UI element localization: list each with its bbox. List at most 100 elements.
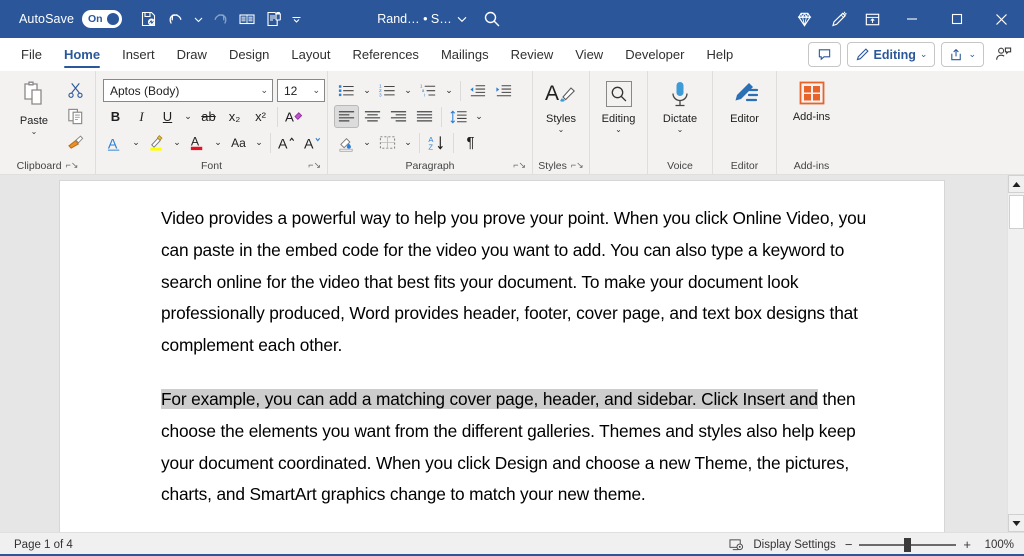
shading-chevron-down-icon[interactable]: ⌄ xyxy=(360,131,374,154)
autosave-toggle[interactable]: On xyxy=(82,10,122,28)
copilot-doc-icon[interactable] xyxy=(261,6,287,32)
editor-button[interactable]: Editor xyxy=(718,76,771,125)
italic-button[interactable]: I xyxy=(129,105,154,128)
highlight-chevron-down-icon[interactable]: ⌄ xyxy=(170,131,184,154)
tab-design[interactable]: Design xyxy=(218,38,280,71)
justify-button[interactable] xyxy=(412,105,437,128)
borders-chevron-down-icon[interactable]: ⌄ xyxy=(401,131,415,154)
underline-chevron-down-icon[interactable]: ⌄ xyxy=(181,105,195,128)
multilevel-chevron-down-icon[interactable]: ⌄ xyxy=(442,79,456,102)
strikethrough-button[interactable]: ab xyxy=(196,105,221,128)
scrollbar-thumb[interactable] xyxy=(1009,195,1024,229)
align-right-button[interactable] xyxy=(386,105,411,128)
document-title[interactable]: Rand… • S… xyxy=(377,12,452,26)
editing-mode-button[interactable]: Editing ⌄ xyxy=(847,42,936,67)
copy-button[interactable] xyxy=(62,104,88,128)
display-settings-label[interactable]: Display Settings xyxy=(753,539,835,551)
copilot-icon[interactable] xyxy=(787,0,821,38)
tab-layout[interactable]: Layout xyxy=(280,38,341,71)
decrease-indent-button[interactable] xyxy=(465,79,490,102)
document-page[interactable]: Video provides a powerful way to help yo… xyxy=(60,181,944,532)
zoom-level[interactable]: 100% xyxy=(980,539,1014,551)
share-with-people-icon[interactable] xyxy=(990,42,1016,67)
font-size-combo[interactable]: 12 ⌄ xyxy=(277,79,325,102)
zoom-in-button[interactable]: + xyxy=(963,540,971,550)
close-button[interactable] xyxy=(979,0,1024,38)
tab-mailings[interactable]: Mailings xyxy=(430,38,500,71)
tab-help[interactable]: Help xyxy=(695,38,744,71)
minimize-button[interactable] xyxy=(889,0,934,38)
font-color-button[interactable]: A xyxy=(185,131,210,154)
line-spacing-button[interactable] xyxy=(446,105,471,128)
shading-button[interactable] xyxy=(334,131,359,154)
tab-insert[interactable]: Insert xyxy=(111,38,166,71)
highlight-color-button[interactable] xyxy=(144,131,169,154)
zoom-track[interactable] xyxy=(859,544,956,546)
bullets-button[interactable] xyxy=(334,79,359,102)
save-icon[interactable] xyxy=(136,6,162,32)
multilevel-list-button[interactable]: 1 a i xyxy=(416,79,441,102)
styles-button[interactable]: A Styles ⌄ xyxy=(538,76,584,134)
numbering-chevron-down-icon[interactable]: ⌄ xyxy=(401,79,415,102)
tab-home[interactable]: Home xyxy=(53,38,111,71)
subscript-button[interactable]: x₂ xyxy=(222,105,247,128)
align-left-button[interactable] xyxy=(334,105,359,128)
clipboard-dialog-launcher[interactable]: ⌐↘ xyxy=(66,160,79,171)
designer-pen-icon[interactable] xyxy=(821,0,855,38)
title-chevron-down-icon[interactable] xyxy=(457,14,467,24)
selected-text[interactable]: For example, you can add a matching cove… xyxy=(161,389,818,409)
zoom-out-button[interactable]: − xyxy=(845,540,853,550)
sort-button[interactable]: A Z xyxy=(424,131,449,154)
display-settings-icon[interactable] xyxy=(729,538,744,552)
clear-formatting-button[interactable]: A xyxy=(282,105,307,128)
scroll-down-button[interactable] xyxy=(1008,514,1024,532)
line-spacing-chevron-down-icon[interactable]: ⌄ xyxy=(472,105,486,128)
text-effects-button[interactable]: A xyxy=(103,131,128,154)
paragraph-2[interactable]: For example, you can add a matching cove… xyxy=(161,384,869,511)
addins-button[interactable]: Add-ins xyxy=(785,76,839,123)
text-effects-chevron-down-icon[interactable]: ⌄ xyxy=(129,131,143,154)
show-marks-button[interactable]: ¶ xyxy=(458,131,483,154)
zoom-slider[interactable]: − + xyxy=(845,540,971,550)
paragraph-dialog-launcher[interactable]: ⌐↘ xyxy=(513,160,526,171)
change-case-button[interactable]: Aa xyxy=(226,131,251,154)
borders-button[interactable] xyxy=(375,131,400,154)
dictate-button[interactable]: Dictate ⌄ xyxy=(653,76,707,134)
shrink-font-button[interactable]: A xyxy=(301,131,326,154)
cut-button[interactable] xyxy=(62,78,88,102)
maximize-button[interactable] xyxy=(934,0,979,38)
grow-font-button[interactable]: A xyxy=(275,131,300,154)
styles-dialog-launcher[interactable]: ⌐↘ xyxy=(571,160,584,171)
tab-developer[interactable]: Developer xyxy=(614,38,695,71)
font-color-chevron-down-icon[interactable]: ⌄ xyxy=(211,131,225,154)
qat-more-icon[interactable] xyxy=(288,6,304,32)
tab-references[interactable]: References xyxy=(341,38,429,71)
search-icon[interactable] xyxy=(478,6,506,32)
share-button[interactable]: ⌄ xyxy=(941,42,984,67)
vertical-scrollbar[interactable] xyxy=(1007,175,1024,532)
scroll-up-button[interactable] xyxy=(1008,175,1024,193)
comments-button[interactable] xyxy=(808,42,841,67)
bullets-chevron-down-icon[interactable]: ⌄ xyxy=(360,79,374,102)
increase-indent-button[interactable] xyxy=(491,79,516,102)
tab-file[interactable]: File xyxy=(10,38,53,71)
numbering-button[interactable]: 1 2 3 xyxy=(375,79,400,102)
editing-button[interactable]: Editing ⌄ xyxy=(595,76,642,134)
zoom-thumb[interactable] xyxy=(904,538,911,552)
undo-dropdown-icon[interactable] xyxy=(190,6,206,32)
paste-button[interactable]: Paste ⌄ xyxy=(8,76,60,136)
change-case-chevron-down-icon[interactable]: ⌄ xyxy=(252,131,266,154)
autosave-control[interactable]: AutoSave On xyxy=(19,10,122,28)
tab-review[interactable]: Review xyxy=(500,38,565,71)
underline-button[interactable]: U xyxy=(155,105,180,128)
align-center-button[interactable] xyxy=(360,105,385,128)
font-dialog-launcher[interactable]: ⌐↘ xyxy=(308,160,321,171)
ribbon-display-icon[interactable] xyxy=(855,0,889,38)
page-indicator[interactable]: Page 1 of 4 xyxy=(14,539,73,551)
undo-icon[interactable] xyxy=(163,6,189,32)
font-name-combo[interactable]: Aptos (Body) ⌄ xyxy=(103,79,273,102)
bold-button[interactable]: B xyxy=(103,105,128,128)
superscript-button[interactable]: x² xyxy=(248,105,273,128)
paragraph-1[interactable]: Video provides a powerful way to help yo… xyxy=(161,203,869,362)
read-mode-icon[interactable] xyxy=(234,6,260,32)
